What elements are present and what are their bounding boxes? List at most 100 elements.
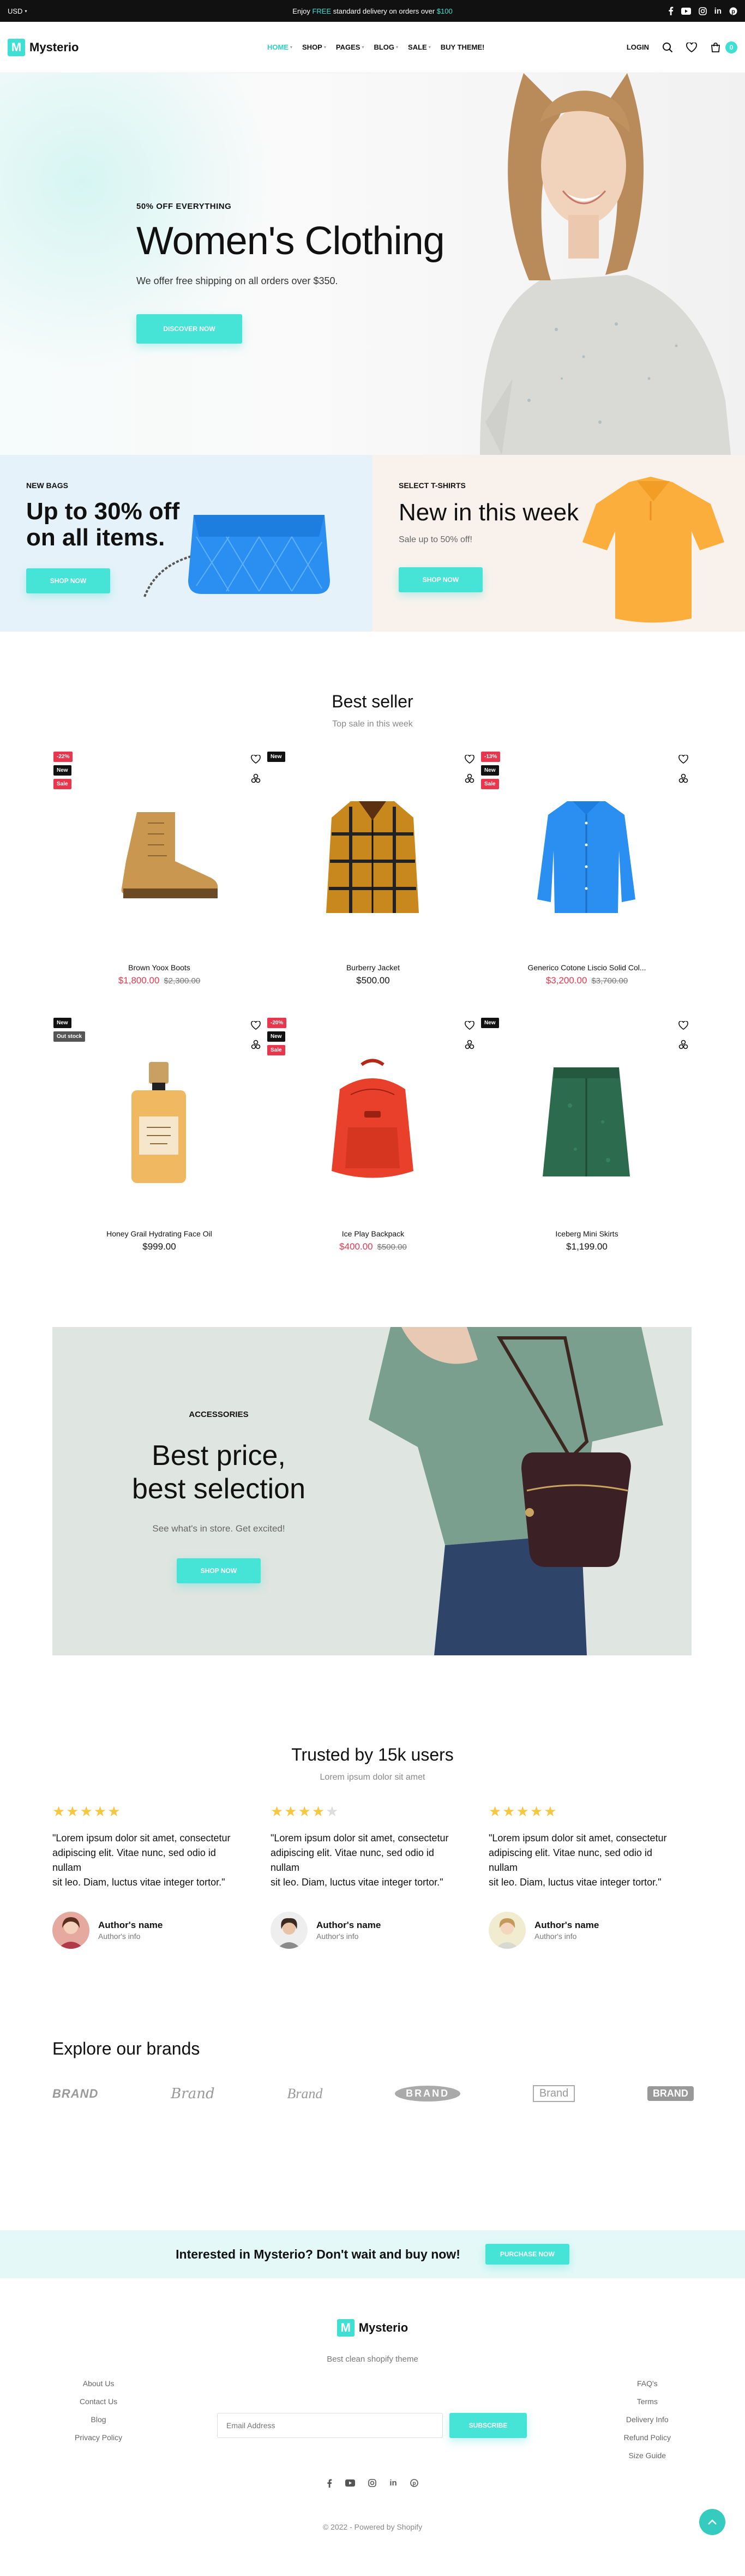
footer-link-blog[interactable]: Blog <box>75 2415 122 2424</box>
product-card[interactable]: -22% New Sale Brown Yoox Boots $1,800.00… <box>52 752 266 1018</box>
discover-now-button[interactable]: DISCOVER NOW <box>136 314 242 344</box>
brand-logo[interactable]: Brand <box>287 2086 322 2102</box>
compare-icon[interactable] <box>251 1040 261 1049</box>
accessories-title: Best price, best selection <box>132 1440 305 1505</box>
subscribe-button[interactable]: SUBSCRIBE <box>449 2413 527 2438</box>
product-image[interactable] <box>85 1048 232 1196</box>
wishlist-heart-icon[interactable] <box>465 1021 474 1030</box>
product-name[interactable]: Generico Cotone Liscio Solid Col... <box>480 963 694 972</box>
linkedin-icon[interactable]: in <box>389 2478 396 2488</box>
shop-now-button[interactable]: SHOP NOW <box>399 567 483 592</box>
brand-logo[interactable]: BRAND <box>647 2086 694 2101</box>
wishlist-heart-icon[interactable] <box>465 755 474 764</box>
instagram-icon[interactable] <box>698 7 707 15</box>
nav-item-blog[interactable]: BLOG ▾ <box>374 43 398 51</box>
footer-link-refund[interactable]: Refund Policy <box>624 2433 671 2442</box>
banner-new-bags[interactable]: NEW BAGS Up to 30% off on all items. SHOP… <box>0 455 372 632</box>
pinterest-icon[interactable]: p <box>410 2478 418 2488</box>
product-card[interactable]: New Burberry Jacket $500.00 <box>266 752 480 1018</box>
compare-icon[interactable] <box>465 1040 474 1049</box>
product-price: $3,200.00 $3,700.00 <box>545 975 628 986</box>
chevron-down-icon: ▾ <box>396 45 399 50</box>
yellow-shirt-image <box>582 477 724 623</box>
footer-logo[interactable]: M Mysterio <box>0 2319 745 2337</box>
footer-link-faq[interactable]: FAQ's <box>624 2379 671 2388</box>
banner-tshirts[interactable]: SELECT T-SHIRTS New in this week Sale up… <box>372 455 745 632</box>
testimonials-list: ★★★★★ "Lorem ipsum dolor sit amet, conse… <box>52 1803 694 1949</box>
product-image[interactable] <box>513 782 660 929</box>
out-of-stock-badge: Out stock <box>53 1031 86 1042</box>
pinterest-icon[interactable]: p <box>729 7 737 15</box>
product-card[interactable]: New Iceberg Mini Skirts $1,199.00 <box>480 1018 694 1284</box>
sale-badge: Sale <box>53 779 71 789</box>
old-price: $500.00 <box>377 1242 407 1252</box>
product-name[interactable]: Iceberg Mini Skirts <box>480 1229 694 1238</box>
product-name[interactable]: Burberry Jacket <box>266 963 480 972</box>
blue-bag-image <box>143 515 330 597</box>
wishlist-heart-icon[interactable] <box>678 755 688 764</box>
back-to-top-button[interactable] <box>699 2509 725 2535</box>
linkedin-icon[interactable]: in <box>714 7 722 16</box>
nav-item-shop[interactable]: SHOP ▾ <box>302 43 326 51</box>
footer-link-terms[interactable]: Terms <box>624 2397 671 2406</box>
product-grid: -22% New Sale Brown Yoox Boots $1,800.00… <box>52 752 694 1284</box>
chevron-down-icon: ▾ <box>323 45 326 50</box>
product-name[interactable]: Honey Grail Hydrating Face Oil <box>52 1229 266 1238</box>
site-logo[interactable]: M Mysterio <box>8 38 79 56</box>
hero-subtitle: 50% OFF EVERYTHING <box>136 202 232 211</box>
product-image[interactable] <box>299 1048 446 1196</box>
brand-logo[interactable]: BRAND <box>52 2087 98 2101</box>
facebook-icon[interactable] <box>327 2478 332 2488</box>
footer-link-contact[interactable]: Contact Us <box>75 2397 122 2406</box>
login-link[interactable]: LOGIN <box>627 43 649 51</box>
footer-link-delivery[interactable]: Delivery Info <box>624 2415 671 2424</box>
product-card[interactable]: New Out stock Honey Grail Hydrating Face… <box>52 1018 266 1284</box>
search-icon[interactable] <box>662 42 673 53</box>
avatar <box>52 1912 89 1949</box>
facebook-icon[interactable] <box>668 7 674 15</box>
product-name[interactable]: Ice Play Backpack <box>266 1229 480 1238</box>
wishlist-heart-icon[interactable] <box>251 1021 261 1030</box>
product-card[interactable]: -13% New Sale Generico Cotone Liscio Sol… <box>480 752 694 1018</box>
nav-item-sale[interactable]: SALE ▾ <box>408 43 431 51</box>
product-card[interactable]: -20% New Sale Ice Play Backpack $400.00 $… <box>266 1018 480 1284</box>
nav-item-buy-theme[interactable]: BUY THEME! <box>441 43 485 51</box>
newsletter-email-input[interactable] <box>217 2413 443 2438</box>
new-badge: New <box>481 765 499 776</box>
compare-icon[interactable] <box>251 773 261 783</box>
compare-icon[interactable] <box>678 773 688 783</box>
footer-link-size-guide[interactable]: Size Guide <box>624 2451 671 2460</box>
product-name[interactable]: Brown Yoox Boots <box>52 963 266 972</box>
new-badge: New <box>267 752 285 762</box>
purchase-now-button[interactable]: PURCHASE NOW <box>485 2244 569 2265</box>
wishlist-heart-icon[interactable] <box>678 1021 688 1030</box>
shop-now-button[interactable]: SHOP NOW <box>26 568 110 593</box>
wishlist-heart-icon[interactable] <box>251 755 261 764</box>
brand-logo[interactable]: Brand <box>532 2085 575 2102</box>
currency-selector[interactable]: USD ▾ <box>8 7 27 15</box>
brands-title: Explore our brands <box>52 2039 200 2058</box>
nav-item-pages[interactable]: PAGES ▾ <box>336 43 364 51</box>
footer-link-about[interactable]: About Us <box>75 2379 122 2388</box>
new-badge: New <box>481 1018 499 1028</box>
heart-icon[interactable] <box>686 42 697 52</box>
nav-item-home[interactable]: HOME ▾ <box>267 43 292 51</box>
product-image[interactable] <box>299 782 446 929</box>
compare-icon[interactable] <box>678 1040 688 1049</box>
testimonial-author: Author's name Author's info <box>489 1912 707 1949</box>
compare-icon[interactable] <box>465 773 474 783</box>
brand-logo[interactable]: Brand <box>171 2086 214 2102</box>
cart-icon[interactable] <box>710 42 721 53</box>
shop-now-button[interactable]: SHOP NOW <box>177 1558 261 1583</box>
instagram-icon[interactable] <box>368 2478 377 2488</box>
product-image[interactable] <box>85 782 232 929</box>
product-image[interactable] <box>513 1048 660 1196</box>
avatar <box>271 1912 308 1949</box>
banner-title: New in this week <box>399 499 579 526</box>
youtube-icon[interactable] <box>681 7 691 15</box>
author-info: Author's info <box>316 1932 359 1941</box>
header-actions: LOGIN 0 <box>627 41 737 53</box>
youtube-icon[interactable] <box>345 2478 356 2488</box>
brand-logo[interactable]: BRAND <box>395 2086 461 2101</box>
footer-link-privacy[interactable]: Privacy Policy <box>75 2433 122 2442</box>
